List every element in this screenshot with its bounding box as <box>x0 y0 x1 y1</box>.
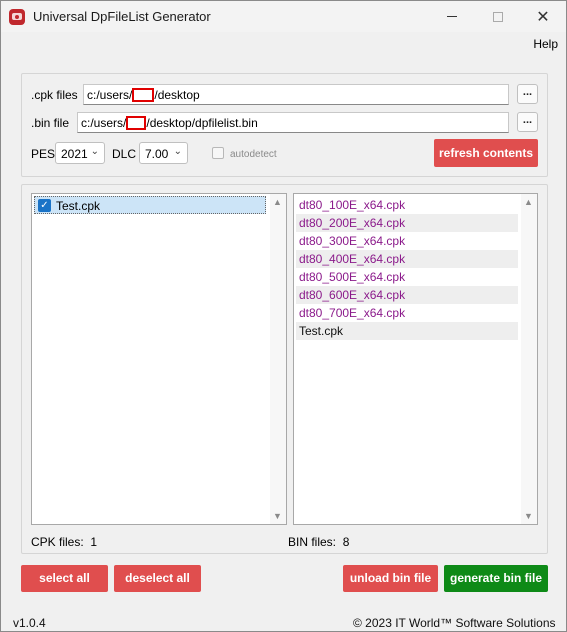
minimize-button[interactable] <box>429 1 475 32</box>
pes-version-select[interactable]: 2021 ⌄ <box>55 142 105 164</box>
list-item[interactable]: dt80_100E_x64.cpk <box>296 196 518 214</box>
cpk-browse-button[interactable]: ... <box>517 84 538 104</box>
list-item[interactable]: Test.cpk <box>296 322 518 340</box>
unload-bin-button[interactable]: unload bin file <box>343 565 438 592</box>
bin-path-suffix: /desktop/dpfilelist.bin <box>146 116 258 130</box>
maximize-button[interactable] <box>475 1 521 32</box>
bin-count-label: BIN files: <box>288 535 337 549</box>
dlc-label: DLC <box>112 147 137 161</box>
list-item[interactable]: dt80_700E_x64.cpk <box>296 304 518 322</box>
bin-path-prefix: c:/users/ <box>81 116 127 130</box>
app-window: Universal DpFileList Generator ✕ Help .c… <box>0 0 567 632</box>
dlc-version-select[interactable]: 7.00 ⌄ <box>139 142 188 164</box>
scroll-down-icon[interactable]: ▼ <box>524 511 533 521</box>
list-item[interactable]: dt80_400E_x64.cpk <box>296 250 518 268</box>
dlc-version-value: 7.00 <box>145 147 169 161</box>
autodetect-checkbox[interactable] <box>212 147 224 159</box>
bin-path-input[interactable]: c:/users/ /desktop/dpfilelist.bin <box>77 112 509 133</box>
bin-count: BIN files: 8 <box>288 535 349 549</box>
scroll-down-icon[interactable]: ▼ <box>273 511 282 521</box>
list-item[interactable]: dt80_600E_x64.cpk <box>296 286 518 304</box>
list-item[interactable]: ✓ Test.cpk <box>34 196 266 214</box>
list-item[interactable]: dt80_200E_x64.cpk <box>296 214 518 232</box>
list-item-label: Test.cpk <box>56 199 101 213</box>
select-all-button[interactable]: select all <box>21 565 108 592</box>
scroll-up-icon[interactable]: ▲ <box>273 197 282 207</box>
version-label: v1.0.4 <box>13 616 46 630</box>
pes-label: PES <box>31 147 56 161</box>
list-item[interactable]: dt80_300E_x64.cpk <box>296 232 518 250</box>
redaction-mark <box>126 116 147 130</box>
checkmark-icon[interactable]: ✓ <box>38 199 51 212</box>
pes-version-value: 2021 <box>61 147 88 161</box>
close-icon: ✕ <box>536 8 550 26</box>
bin-count-value: 8 <box>342 535 350 549</box>
menu-bar: Help <box>1 32 566 56</box>
cpk-list-scrollbar[interactable]: ▲ ▼ <box>270 194 286 524</box>
autodetect-label: autodetect <box>230 149 277 160</box>
close-button[interactable]: ✕ <box>520 1 566 32</box>
cpk-count: CPK files: 1 <box>31 535 97 549</box>
list-item[interactable]: dt80_500E_x64.cpk <box>296 268 518 286</box>
maximize-icon <box>493 11 503 22</box>
bin-file-list[interactable]: dt80_100E_x64.cpk dt80_200E_x64.cpk dt80… <box>293 193 538 525</box>
cpk-path-suffix: /desktop <box>154 88 200 102</box>
window-title: Universal DpFileList Generator <box>33 9 211 24</box>
bin-file-label: .bin file <box>31 116 70 130</box>
deselect-all-button[interactable]: deselect all <box>114 565 201 592</box>
cpk-path-prefix: c:/users/ <box>87 88 133 102</box>
generate-bin-button[interactable]: generate bin file <box>444 565 548 592</box>
title-bar[interactable]: Universal DpFileList Generator ✕ <box>1 1 566 32</box>
copyright-label: © 2023 IT World™ Software Solutions <box>353 616 556 630</box>
chevron-down-icon: ⌄ <box>173 146 182 157</box>
bin-list-scrollbar[interactable]: ▲ ▼ <box>521 194 537 524</box>
redaction-mark <box>132 88 155 102</box>
minimize-icon <box>447 16 457 17</box>
refresh-contents-button[interactable]: refresh contents <box>434 139 538 167</box>
menu-help[interactable]: Help <box>533 37 558 51</box>
cpk-count-label: CPK files: <box>31 535 84 549</box>
app-logo-icon <box>9 9 25 25</box>
cpk-files-label: .cpk files <box>31 88 78 102</box>
cpk-file-list[interactable]: ✓ Test.cpk ▲ ▼ <box>31 193 287 525</box>
bin-browse-button[interactable]: ... <box>517 112 538 132</box>
cpk-path-input[interactable]: c:/users/ /desktop <box>83 84 509 105</box>
scroll-up-icon[interactable]: ▲ <box>524 197 533 207</box>
cpk-count-value: 1 <box>90 535 98 549</box>
chevron-down-icon: ⌄ <box>90 146 99 157</box>
